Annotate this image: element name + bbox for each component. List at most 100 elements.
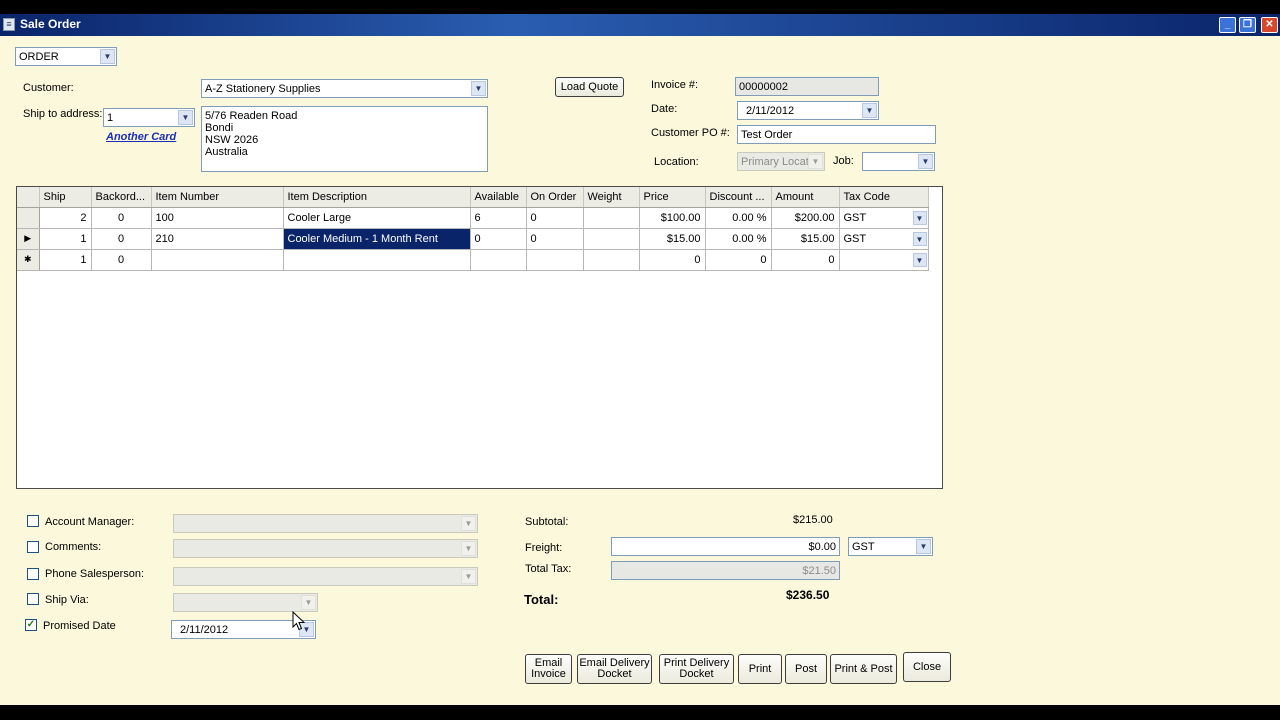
cell-discount[interactable]: 0.00 % bbox=[705, 228, 772, 250]
cell-price[interactable]: $100.00 bbox=[639, 207, 706, 229]
promised-date-checkbox[interactable]: ✓ bbox=[25, 619, 37, 631]
sale-order-form: ORDER ▼ Customer: A-Z Stationery Supplie… bbox=[0, 36, 1280, 705]
col-header-ship[interactable]: Ship bbox=[39, 187, 92, 208]
chevron-down-icon[interactable]: ▼ bbox=[912, 231, 927, 246]
comments-checkbox[interactable] bbox=[27, 541, 39, 553]
cell-available[interactable]: 6 bbox=[470, 207, 527, 229]
chevron-down-icon: ▼ bbox=[301, 595, 316, 610]
account-manager-checkbox[interactable] bbox=[27, 515, 39, 527]
address-line: NSW 2026 bbox=[205, 134, 259, 146]
col-header-item-description[interactable]: Item Description bbox=[283, 187, 471, 208]
cell-amount[interactable]: 0 bbox=[771, 249, 840, 271]
chevron-down-icon[interactable]: ▼ bbox=[912, 252, 927, 267]
cell-discount[interactable]: 0 bbox=[705, 249, 772, 271]
cell-available[interactable]: 0 bbox=[470, 228, 527, 250]
account-manager-select[interactable]: ▼ bbox=[173, 514, 478, 533]
print-button[interactable]: Print bbox=[738, 654, 782, 684]
cell-item-description[interactable]: Cooler Medium - 1 Month Rent bbox=[283, 228, 471, 250]
row-indicator[interactable]: ✱ bbox=[17, 249, 40, 271]
items-grid[interactable]: Ship Backord... Item Number Item Descrip… bbox=[16, 186, 943, 489]
order-type-value: ORDER bbox=[19, 51, 59, 63]
cell-on-order[interactable]: 0 bbox=[526, 228, 584, 250]
cell-backorder[interactable]: 0 bbox=[91, 207, 152, 229]
phone-salesperson-checkbox[interactable] bbox=[27, 568, 39, 580]
cell-backorder[interactable]: 0 bbox=[91, 249, 152, 271]
location-select[interactable]: Primary Locati ▼ bbox=[737, 152, 825, 171]
app-icon[interactable]: ≡ bbox=[3, 18, 15, 31]
cell-on-order[interactable]: 0 bbox=[526, 207, 584, 229]
phone-salesperson-select[interactable]: ▼ bbox=[173, 567, 478, 586]
email-invoice-button[interactable]: Email Invoice bbox=[525, 654, 572, 684]
cell-weight[interactable] bbox=[583, 228, 640, 250]
ship-via-select[interactable]: ▼ bbox=[173, 593, 318, 612]
col-header-available[interactable]: Available bbox=[470, 187, 527, 208]
cell-weight[interactable] bbox=[583, 249, 640, 271]
table-row[interactable]: ✱ 1 0 0 0 0 ▼ bbox=[17, 249, 929, 271]
customer-po-field[interactable]: Test Order bbox=[737, 125, 936, 144]
row-indicator[interactable] bbox=[17, 207, 40, 229]
cell-tax-code[interactable]: GST ▼ bbox=[839, 207, 929, 229]
col-header-price[interactable]: Price bbox=[639, 187, 706, 208]
ship-to-select[interactable]: 1 ▼ bbox=[103, 108, 195, 127]
cell-item-number[interactable]: 210 bbox=[151, 228, 284, 250]
invoice-label: Invoice #: bbox=[651, 79, 699, 91]
col-header-discount[interactable]: Discount ... bbox=[705, 187, 772, 208]
col-header-amount[interactable]: Amount bbox=[771, 187, 840, 208]
date-label: Date: bbox=[651, 103, 678, 115]
cell-ship[interactable]: 2 bbox=[39, 207, 92, 229]
chevron-down-icon: ▼ bbox=[471, 81, 486, 96]
cell-on-order[interactable] bbox=[526, 249, 584, 271]
col-header-weight[interactable]: Weight bbox=[583, 187, 640, 208]
cell-available[interactable] bbox=[470, 249, 527, 271]
cell-weight[interactable] bbox=[583, 207, 640, 229]
print-delivery-docket-button[interactable]: Print Delivery Docket bbox=[659, 654, 734, 684]
print-and-post-button[interactable]: Print & Post bbox=[830, 654, 897, 684]
customer-select[interactable]: A-Z Stationery Supplies ▼ bbox=[201, 79, 488, 98]
cell-discount[interactable]: 0.00 % bbox=[705, 207, 772, 229]
chevron-down-icon[interactable]: ▼ bbox=[912, 210, 927, 225]
cell-price[interactable]: $15.00 bbox=[639, 228, 706, 250]
table-row[interactable]: 2 0 100 Cooler Large 6 0 $100.00 0.00 % … bbox=[17, 207, 929, 229]
cell-tax-code[interactable]: ▼ bbox=[839, 249, 929, 271]
email-delivery-docket-button[interactable]: Email Delivery Docket bbox=[577, 654, 652, 684]
ship-address-textarea[interactable]: 5/76 Readen Road Bondi NSW 2026 Australi… bbox=[201, 106, 488, 172]
cell-ship[interactable]: 1 bbox=[39, 249, 92, 271]
row-indicator[interactable]: ▶ bbox=[17, 228, 40, 250]
another-card-link[interactable]: Another Card bbox=[106, 131, 176, 143]
close-window-button[interactable]: ✕ bbox=[1261, 17, 1278, 33]
order-type-select[interactable]: ORDER ▼ bbox=[15, 47, 117, 66]
ship-via-checkbox[interactable] bbox=[27, 593, 39, 605]
comments-select[interactable]: ▼ bbox=[173, 539, 478, 558]
job-select[interactable]: ▼ bbox=[862, 152, 935, 171]
cell-amount[interactable]: $15.00 bbox=[771, 228, 840, 250]
cell-item-number[interactable]: 100 bbox=[151, 207, 284, 229]
date-picker[interactable]: 2/11/2012 ▼ bbox=[737, 101, 879, 120]
freight-tax-select[interactable]: GST ▼ bbox=[848, 537, 933, 556]
col-header-item-number[interactable]: Item Number bbox=[151, 187, 284, 208]
load-quote-button[interactable]: Load Quote bbox=[555, 77, 624, 97]
cell-ship[interactable]: 1 bbox=[39, 228, 92, 250]
invoice-number-field[interactable]: 00000002 bbox=[735, 77, 879, 96]
freight-field[interactable]: $0.00 bbox=[611, 537, 840, 556]
minimize-button[interactable]: _ bbox=[1219, 17, 1236, 33]
window-titlebar[interactable]: ≡ Sale Order _ ❐ ✕ bbox=[0, 14, 1280, 36]
close-button[interactable]: Close bbox=[903, 652, 951, 682]
col-header-backorder[interactable]: Backord... bbox=[91, 187, 152, 208]
post-button[interactable]: Post bbox=[785, 654, 827, 684]
mouse-pointer-icon bbox=[292, 611, 306, 631]
cell-price[interactable]: 0 bbox=[639, 249, 706, 271]
total-value: $236.50 bbox=[786, 588, 830, 602]
cell-tax-code[interactable]: GST ▼ bbox=[839, 228, 929, 250]
restore-button[interactable]: ❐ bbox=[1239, 17, 1256, 33]
tax-code-value: GST bbox=[843, 211, 867, 224]
cell-item-description[interactable] bbox=[283, 249, 471, 271]
cell-item-description[interactable]: Cooler Large bbox=[283, 207, 471, 229]
col-header-on-order[interactable]: On Order bbox=[526, 187, 584, 208]
cell-backorder[interactable]: 0 bbox=[91, 228, 152, 250]
cell-item-number[interactable] bbox=[151, 249, 284, 271]
col-header-tax-code[interactable]: Tax Code bbox=[839, 187, 929, 208]
freight-tax-value: GST bbox=[852, 541, 875, 553]
table-row[interactable]: ▶ 1 0 210 Cooler Medium - 1 Month Rent 0… bbox=[17, 228, 929, 250]
cell-amount[interactable]: $200.00 bbox=[771, 207, 840, 229]
ship-to-label: Ship to address: bbox=[23, 108, 103, 120]
